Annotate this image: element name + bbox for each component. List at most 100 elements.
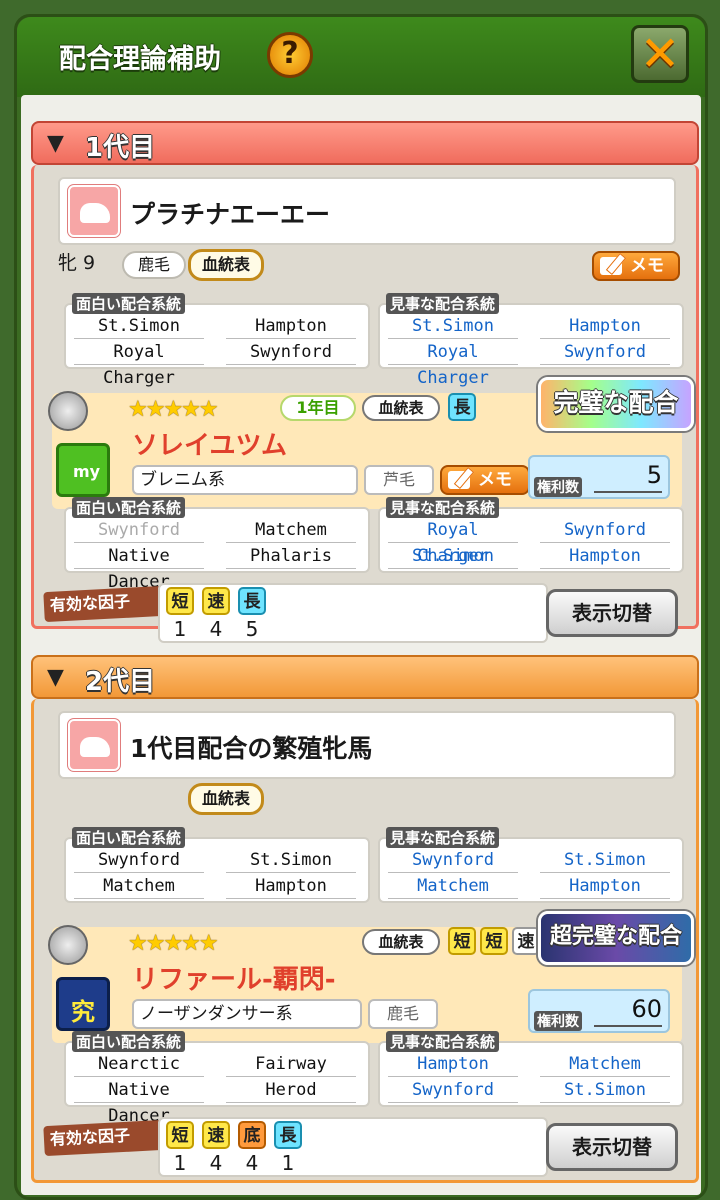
legend-horse-icon	[56, 977, 110, 1031]
rights-underline	[594, 491, 662, 493]
mare-name: 1代目配合の繁殖牝馬	[130, 734, 373, 763]
stallion-rank-icon	[48, 925, 88, 965]
mare-excellent-lines: 見事な配合系統 St.Simon Hampton Royal Charger S…	[378, 293, 684, 388]
trait-tag: 短	[480, 927, 508, 955]
collapse-triangle-icon: ▼	[47, 665, 64, 690]
factor-tag: 短	[166, 1121, 194, 1149]
interesting-title: 面白い配合系統	[72, 1031, 186, 1052]
collapse-triangle-icon: ▼	[47, 131, 64, 156]
lineage-cell: St.Simon	[388, 543, 518, 569]
mare-coat: 鹿毛	[122, 251, 186, 279]
lineage-cell: Herod	[226, 1077, 356, 1103]
excellent-title: 見事な配合系統	[386, 827, 500, 848]
effective-factors-label: 有効な因子	[43, 1119, 165, 1157]
display-toggle-button[interactable]: 表示切替	[546, 1123, 678, 1171]
lineage-cell: Hampton	[540, 873, 670, 899]
trait-tag: 短	[448, 927, 476, 955]
mare-card: 1代目配合の繁殖牝馬	[58, 711, 676, 779]
lineage-cell: Swynford	[388, 847, 518, 873]
mare-excellent-lines: 見事な配合系統 Swynford St.Simon Matchem Hampto…	[378, 827, 684, 903]
factor-tag: 長	[238, 587, 266, 615]
my-horse-icon	[56, 443, 110, 497]
interesting-title: 面白い配合系統	[72, 497, 186, 518]
excellent-title: 見事な配合系統	[386, 497, 500, 518]
gen1-section-body: プラチナエーエー 牝 9 鹿毛 血統表 メモ 面白い配合系統 St.Simon …	[31, 165, 699, 643]
lineage-cell: Matchem	[226, 517, 356, 543]
stallion-interesting-lines: 面白い配合系統 Swynford Matchem Native Dancer P…	[64, 497, 370, 592]
stallion-rank-icon	[48, 391, 88, 431]
gen2-section-header[interactable]: ▼ 2代目	[31, 655, 699, 699]
lineage-cell: Swynford	[74, 517, 204, 543]
stallion-excellent-lines: 見事な配合系統 Royal Charger Swynford St.Simon …	[378, 497, 684, 573]
rights-value: 60	[631, 995, 662, 1023]
lineage-cell: Fairway	[226, 1051, 356, 1077]
factor-tag: 速	[202, 1121, 230, 1149]
stallion-memo-button[interactable]: メモ	[440, 465, 530, 495]
stallion-pedigree-button[interactable]: 血統表	[362, 929, 440, 955]
super-perfect-match-badge: 超完璧な配合	[538, 911, 694, 965]
stallion-lineage: ノーザンダンサー系	[132, 999, 362, 1029]
stallion-name: リファール-覇閃-	[132, 965, 336, 995]
close-button[interactable]: ✕	[631, 25, 689, 83]
trait-tag: 長	[448, 393, 476, 421]
stallion-interesting-lines: 面白い配合系統 Nearctic Fairway Native Dancer H…	[64, 1031, 370, 1126]
rights-box: 権利数 60	[528, 989, 670, 1033]
modal-header: 配合理論補助 ? ✕	[17, 17, 705, 97]
lineage-cell: St.Simon	[74, 313, 204, 339]
mare-horse-icon	[68, 185, 120, 237]
lineage-cell: Swynford	[540, 517, 670, 543]
memo-label: メモ	[478, 470, 512, 490]
gen1-section-header[interactable]: ▼ 1代目	[31, 121, 699, 165]
factor-tag: 長	[274, 1121, 302, 1149]
mare-sex-age: 牝 9	[58, 252, 96, 274]
stallion-pedigree-button[interactable]: 血統表	[362, 395, 440, 421]
factor-value: 4	[245, 1151, 259, 1175]
memo-icon	[600, 257, 622, 275]
gen2-section-body: 1代目配合の繁殖牝馬 血統表 面白い配合系統 Swynford St.Simon…	[31, 699, 699, 1183]
stallion-stars: ★★★★★	[128, 931, 219, 956]
mare-memo-button[interactable]: メモ	[592, 251, 680, 281]
close-icon: ✕	[639, 26, 681, 82]
stallion-stars: ★★★★★	[128, 397, 219, 422]
lineage-cell: Matchem	[74, 873, 204, 899]
factor-tag: 速	[202, 587, 230, 615]
stallion-year: 1年目	[280, 395, 356, 421]
lineage-cell: Native Dancer	[74, 1077, 204, 1126]
mare-card: プラチナエーエー	[58, 177, 676, 245]
mare-pedigree-button[interactable]: 血統表	[188, 783, 264, 815]
factor-value: 1	[173, 1151, 187, 1175]
breeding-theory-modal: 配合理論補助 ? ✕ ▼ 1代目 プラチナエーエー 牝 9 鹿毛 血統表 メモ …	[14, 14, 708, 1200]
effective-factors-label: 有効な因子	[43, 585, 165, 623]
lineage-cell: Swynford	[74, 847, 204, 873]
lineage-cell: Hampton	[540, 543, 670, 569]
help-icon[interactable]: ?	[267, 32, 313, 78]
lineage-cell: Swynford	[226, 339, 356, 365]
factor-value: 1	[281, 1151, 295, 1175]
lineage-cell: Phalaris	[226, 543, 356, 569]
lineage-cell: Native Dancer	[74, 543, 204, 592]
factor-tag: 底	[238, 1121, 266, 1149]
excellent-title: 見事な配合系統	[386, 293, 500, 314]
rights-value: 5	[646, 461, 662, 489]
rights-label: 権利数	[534, 1011, 582, 1031]
display-toggle-button[interactable]: 表示切替	[546, 589, 678, 637]
lineage-cell: Hampton	[388, 1051, 518, 1077]
mare-pedigree-button[interactable]: 血統表	[188, 249, 264, 281]
gen1-label: 1代目	[85, 133, 156, 163]
mare-interesting-lines: 面白い配合系統 St.Simon Hampton Royal Charger S…	[64, 293, 370, 388]
lineage-cell: Swynford	[388, 1077, 518, 1103]
lineage-cell: Matchem	[388, 873, 518, 899]
effective-factors-box: 短 速 長 1 4 5	[158, 583, 548, 643]
factor-value: 5	[245, 617, 259, 641]
rights-label: 権利数	[534, 477, 582, 497]
mare-name: プラチナエーエー	[130, 200, 331, 229]
memo-icon	[448, 471, 470, 489]
lineage-cell: Nearctic	[74, 1051, 204, 1077]
lineage-cell: Hampton	[540, 313, 670, 339]
mare-horse-icon	[68, 719, 120, 771]
lineage-cell: Hampton	[226, 313, 356, 339]
trait-tag: 速	[512, 927, 540, 955]
factor-value: 4	[209, 1151, 223, 1175]
lineage-cell: St.Simon	[540, 847, 670, 873]
mare-interesting-lines: 面白い配合系統 Swynford St.Simon Matchem Hampto…	[64, 827, 370, 903]
